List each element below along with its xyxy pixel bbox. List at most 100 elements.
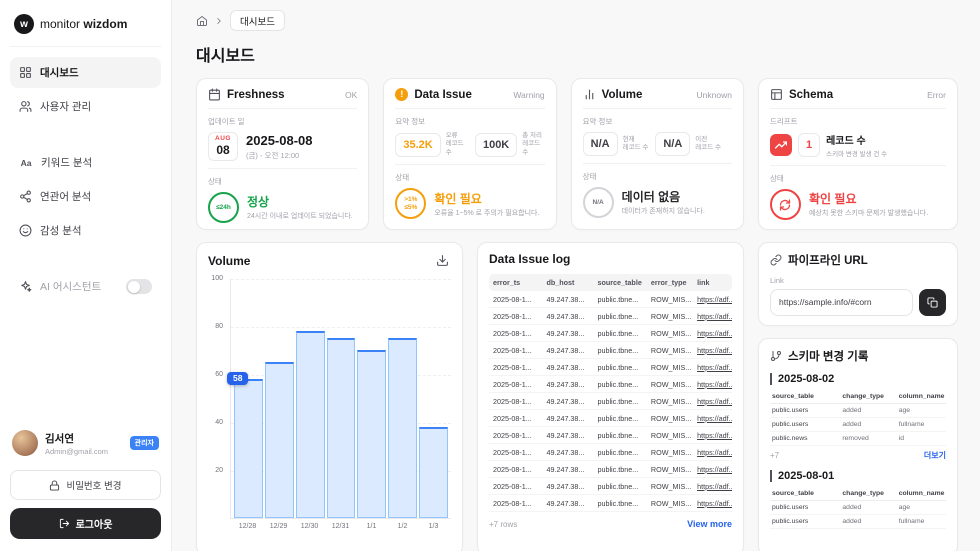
right-column: 파이프라인 URL Link https://sample.info/#corn [758,242,958,551]
copy-url-button[interactable] [919,289,946,316]
volume-chart-card: Volume 20 40 60 80 100 58 12/28 12/29 12/30 12/… [196,242,463,551]
refresh-icon [779,198,791,211]
sidebar-item-label: 연관어 분석 [40,191,92,203]
sidebar-item-label: 대시보드 [40,67,79,79]
chart-bar [357,350,387,518]
chart-x-axis: 12/28 12/29 12/30 12/31 1/1 1/2 1/3 [230,523,451,530]
chart-y-axis: 20 40 60 80 100 [208,275,226,519]
logout-button[interactable]: 로그아웃 [10,508,161,539]
download-button[interactable] [434,252,451,269]
x-tick-label: 12/28 [238,523,257,530]
status-badge: Warning [513,89,545,100]
schema-history-icon [770,350,782,362]
y-tick-label: 80 [215,323,223,330]
table-row: 2025-08-1... 49.247.38... public.tbne...… [489,426,732,444]
logout-icon [59,518,70,529]
update-date: AUG 08 2025-08-08 (금) - 오전 12:00 [208,132,357,161]
freshness-status: ≤24h 정상 24시간 이내로 업데이트 되었습니다. [208,192,357,223]
state-text: 정상 [247,195,270,210]
error-link[interactable]: https://adf... [693,494,732,512]
sidebar-item-dashboard[interactable]: 대시보드 [10,57,161,88]
rows-count: +7 rows [489,519,518,529]
issue-status: >1% ≤5% 확인 필요 오류율 1~5% 로 주의가 필요합니다. [395,188,544,220]
detail-row: Volume 20 40 60 80 100 58 12/28 12/29 12/30 12/… [196,242,958,551]
date-value: 2025-08-08 [246,132,313,148]
ai-assistant-icon [19,280,32,293]
x-tick-label: 12/30 [300,523,319,530]
sidebar-item-related[interactable]: 연관어 분석 [10,181,161,212]
error-link[interactable]: https://adf... [693,477,732,495]
error-link[interactable]: https://adf... [693,358,732,376]
sidebar-nav: 대시보드 사용자 관리 Aa 키워드 분석 연관어 분석 감성 분석 AI 어시… [10,57,161,302]
user-name: 김서연 [45,432,74,445]
error-link[interactable]: https://adf... [693,443,732,461]
error-link[interactable]: https://adf... [693,392,732,410]
view-more-link[interactable]: View more [687,519,732,529]
error-link[interactable]: https://adf... [693,426,732,444]
pipeline-title: 파이프라인 URL [788,255,868,267]
toggle-knob [128,280,140,293]
calendar-badge: AUG 08 [208,132,238,161]
error-link[interactable]: https://adf... [693,460,732,478]
error-link[interactable]: https://adf... [693,341,732,359]
breadcrumb-current[interactable]: 대시보드 [230,10,285,31]
freshness-status-circle: ≤24h [208,192,239,223]
pipeline-url-input[interactable]: https://sample.info/#corn [770,289,913,316]
warning-icon: ! [395,88,409,101]
table-row: public.users added age [770,403,946,418]
data-issue-log-card: Data Issue log error_ts db_host source_t… [477,242,744,551]
chart-bar [419,426,449,518]
state-text: 데이터 없음 [621,190,681,205]
issue-log-table: error_ts db_host source_table error_type… [489,274,732,512]
error-link[interactable]: https://adf... [693,307,732,325]
change-password-button[interactable]: 비밀번호 변경 [10,470,161,500]
table-row: 2025-08-1... 49.247.38... public.tbne...… [489,477,732,495]
sidebar-item-ai-assistant[interactable]: AI 어시스턴트 [10,271,161,302]
pipeline-url-card: 파이프라인 URL Link https://sample.info/#corn [758,242,958,326]
state-text: 확인 필요 [808,192,857,207]
chevron-right-icon [214,16,224,26]
sidebar-item-label: 사용자 관리 [40,101,92,113]
section-label: 드리프트 [769,117,798,126]
sidebar-item-users[interactable]: 사용자 관리 [10,91,161,122]
schema-history-title: 스키마 변경 기록 [788,351,869,363]
schema-icon [770,88,783,101]
x-tick-label: 1/2 [397,523,408,530]
more-link[interactable]: 더보기 [924,450,946,461]
table-row: 2025-08-1... 49.247.38... public.tbne...… [489,358,732,376]
users-icon [19,100,32,113]
link-label: Link [770,276,784,285]
state-desc: 24시간 이내로 업데이트 되었습니다. [247,213,353,221]
volume-bar-chart: 20 40 60 80 100 58 [208,275,451,519]
error-link[interactable]: https://adf... [693,291,732,308]
error-link[interactable]: https://adf... [693,375,732,393]
drift-count: 1 [797,133,821,157]
table-row: 2025-08-1... 49.247.38... public.tbne...… [489,341,732,359]
table-header-row: error_ts db_host source_table error_type… [489,274,732,291]
sidebar-item-sentiment[interactable]: 감성 분석 [10,215,161,246]
freshness-icon [208,88,221,101]
logo-text: monitor wizdom [40,17,128,31]
error-link[interactable]: https://adf... [693,409,732,427]
schema-status: 확인 필요 예상치 못한 스키마 문제가 발생했습니다. [769,189,946,220]
table-header-row: source_table change_type column_name [770,487,946,501]
state-desc: 오류율 1~5% 로 주의가 필요합니다. [434,209,540,217]
sidebar-item-keyword[interactable]: Aa 키워드 분석 [10,147,161,178]
issue-metrics: 35.2K 오류 레코드 수 100K 총 처리 레코드 수 [395,132,544,157]
status-badge: Unknown [696,89,732,100]
issue-status-circle: >1% ≤5% [395,188,427,220]
log-title: Data Issue log [489,252,571,266]
card-title: Freshness [227,88,285,101]
x-tick-label: 1/1 [366,523,377,530]
y-tick-label: 40 [215,419,223,426]
data-issue-card: ! Data Issue Warning 요약 정보 35.2K 오류 레코드 수… [383,78,557,230]
table-row: 2025-08-1... 49.247.38... public.tbne...… [489,324,732,342]
error-link[interactable]: https://adf... [693,324,732,342]
y-tick-label: 20 [215,467,223,474]
lock-icon [49,479,60,491]
total-count: 100K [474,132,518,157]
volume-metrics: N/A 현재 레코드 수 N/A 이전 레코드 수 [582,132,732,156]
ai-assistant-toggle[interactable] [126,279,152,294]
home-icon[interactable] [196,15,208,27]
logo-icon: w [14,14,34,34]
